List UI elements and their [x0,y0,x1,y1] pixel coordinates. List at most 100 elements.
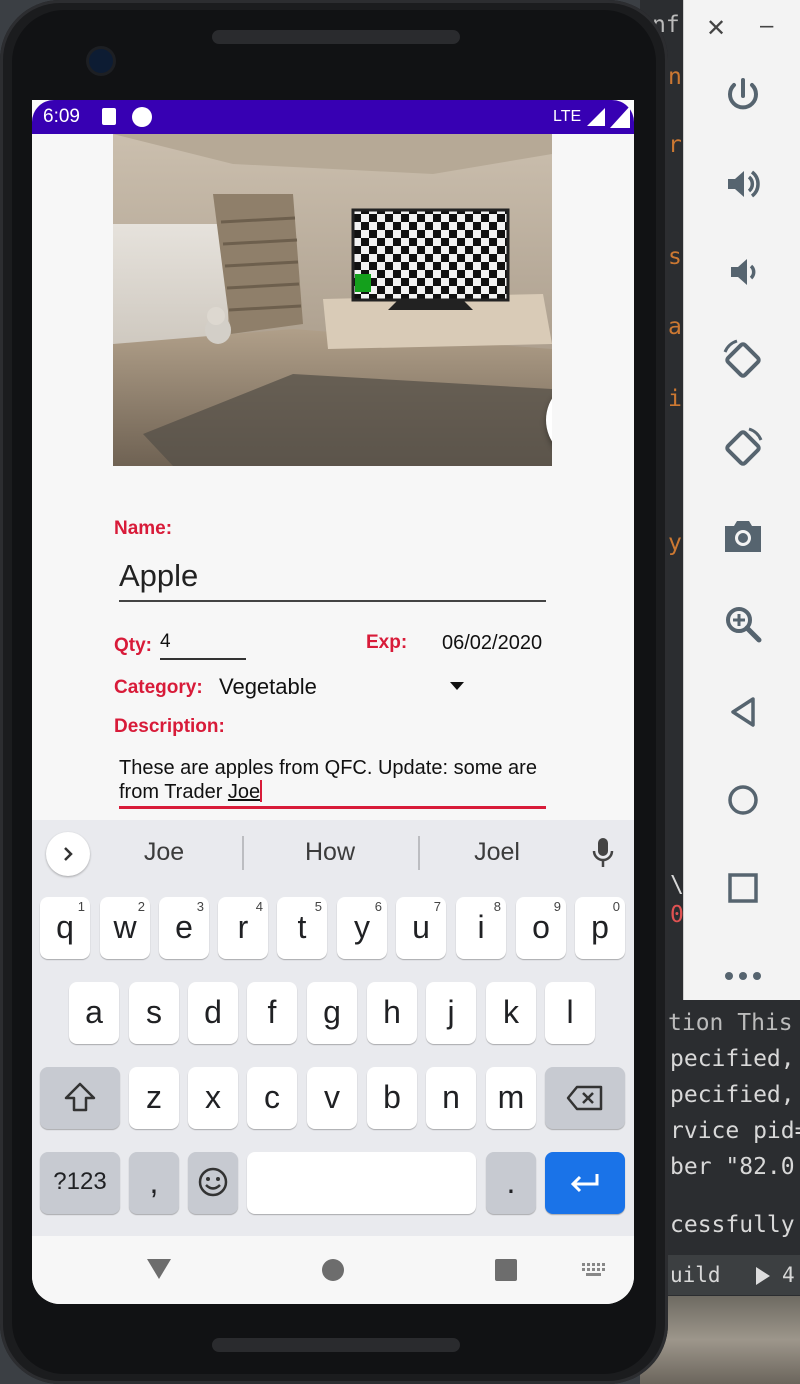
ide-text: pecified, [670,1046,795,1072]
nav-overview-icon[interactable] [494,1258,518,1282]
key-label: o [532,909,550,945]
close-icon[interactable]: ✕ [706,14,726,43]
nav-home-icon[interactable] [321,1258,345,1282]
ide-text: cessfully f [670,1212,800,1238]
signal-icon [587,108,605,126]
description-field[interactable]: These are apples from QFC. Update: some … [119,756,549,804]
phone-frame: 6:09 LTE Name: Apple Qty: 4 Exp: 06/02/2… [0,0,668,1384]
ide-text: y [668,530,682,556]
description-field-underline [119,806,546,809]
key-label: e [175,909,193,945]
key-label: i [477,909,485,945]
backspace-key[interactable] [545,1067,625,1129]
key-h[interactable]: h [367,982,417,1044]
key-i[interactable]: i8 [456,897,506,959]
key-q[interactable]: q1 [40,897,90,959]
run-icon[interactable] [756,1267,770,1285]
name-field[interactable]: Apple [119,558,198,594]
key-l[interactable]: l [545,982,595,1044]
mic-icon[interactable] [592,837,614,869]
home-icon[interactable] [719,776,767,824]
key-b[interactable]: b [367,1067,417,1129]
key-hint: 4 [255,899,263,914]
ide-text: s [668,244,682,270]
key-g[interactable]: g [307,982,357,1044]
keyboard-switch-icon[interactable] [581,1262,607,1278]
ide-text: ber "82.0 [670,1154,795,1180]
zoom-icon[interactable] [719,600,767,648]
key-w[interactable]: w2 [100,897,150,959]
key-f[interactable]: f [247,982,297,1044]
status-bar: 6:09 LTE [32,100,634,134]
key-v[interactable]: v [307,1067,357,1129]
description-label: Description: [114,716,225,737]
key-o[interactable]: o9 [516,897,566,959]
overview-icon[interactable] [719,864,767,912]
ide-text: \ [670,872,684,898]
emulator-toolbar: ✕ – [683,0,800,1000]
sd-card-icon [102,108,116,125]
network-type: LTE [553,108,582,125]
suggestion-divider [242,836,244,870]
qty-label: Qty: [114,635,152,656]
space-key[interactable] [247,1152,476,1214]
volume-up-icon[interactable] [719,160,767,208]
key-s[interactable]: s [129,982,179,1044]
key-hint: 8 [493,899,501,914]
exp-date-field[interactable]: 06/02/2020 [442,632,542,655]
emoji-key[interactable] [188,1152,238,1214]
key-label: p [591,909,609,945]
ide-build-tab[interactable]: uild [670,1263,721,1287]
chevron-right-icon [64,847,73,861]
volume-down-icon[interactable] [719,248,767,296]
nav-back-icon[interactable] [146,1258,172,1280]
key-u[interactable]: u7 [396,897,446,959]
qty-field[interactable]: 4 [160,631,171,653]
key-z[interactable]: z [129,1067,179,1129]
key-y[interactable]: y6 [337,897,387,959]
dropdown-arrow-icon[interactable] [450,682,464,690]
key-m[interactable]: m [486,1067,536,1129]
battery-icon [610,106,630,128]
ide-text: tion This [668,1010,793,1036]
more-icon[interactable] [719,952,767,1000]
minimize-icon[interactable]: – [760,12,773,40]
rotate-right-icon[interactable] [719,424,767,472]
app-notification-icon [132,107,152,127]
key-n[interactable]: n [426,1067,476,1129]
suggestion-strip: Joe How Joel [32,820,634,886]
key-e[interactable]: e3 [159,897,209,959]
key-d[interactable]: d [188,982,238,1044]
suggestion-item[interactable]: Joe [84,838,244,867]
power-icon[interactable] [719,72,767,120]
rotate-left-icon[interactable] [719,336,767,384]
key-c[interactable]: c [247,1067,297,1129]
system-navigation-bar [32,1236,634,1304]
text-cursor [260,780,263,802]
comma-key[interactable]: , [129,1152,179,1214]
key-t[interactable]: t5 [277,897,327,959]
symbols-key[interactable]: ?123 [40,1152,120,1214]
key-a[interactable]: a [69,982,119,1044]
category-select[interactable]: Vegetable [219,674,317,700]
camera-icon[interactable] [719,512,767,560]
item-photo [113,134,552,466]
key-label: t [297,909,307,945]
description-composing-word: Joe [227,781,261,803]
description-text: These are apples from QFC. Update: some … [119,757,537,803]
key-x[interactable]: x [188,1067,238,1129]
suggestion-item[interactable]: How [250,838,410,867]
key-r[interactable]: r4 [218,897,268,959]
key-p[interactable]: p0 [575,897,625,959]
key-hint: 6 [374,899,382,914]
key-hint: 7 [433,899,441,914]
suggestion-item[interactable]: Joel [417,838,577,867]
key-j[interactable]: j [426,982,476,1044]
key-k[interactable]: k [486,982,536,1044]
key-hint: 5 [314,899,322,914]
shift-key[interactable] [40,1067,120,1129]
key-hint: 0 [612,899,620,914]
enter-key[interactable] [545,1152,625,1214]
back-icon[interactable] [719,688,767,736]
period-key[interactable]: . [486,1152,536,1214]
